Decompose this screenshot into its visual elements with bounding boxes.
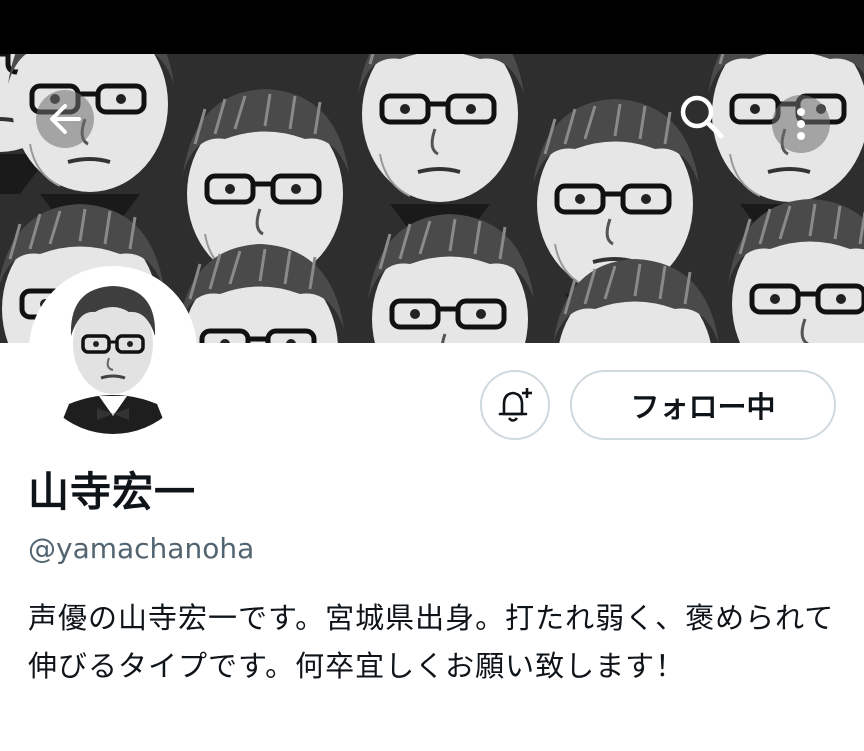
user-handle: @yamachanoha: [28, 532, 255, 565]
display-name: 山寺宏一: [28, 468, 196, 516]
status-bar: [0, 0, 864, 54]
more-options-button[interactable]: [772, 95, 830, 153]
more-vertical-icon: [797, 108, 805, 140]
arrow-left-icon: [50, 104, 81, 134]
search-button[interactable]: [672, 87, 730, 145]
search-icon: [680, 95, 724, 139]
following-button[interactable]: フォロー中: [570, 370, 836, 440]
back-button[interactable]: [36, 90, 94, 148]
notification-bell-button[interactable]: [480, 370, 550, 440]
profile-avatar[interactable]: [29, 266, 197, 434]
avatar-image: [33, 270, 193, 434]
bell-plus-icon: [498, 388, 532, 422]
profile-bio: 声優の山寺宏一です。宮城県出身。打たれ弱く、褒められて伸びるタイプです。何卒宜し…: [28, 601, 835, 683]
